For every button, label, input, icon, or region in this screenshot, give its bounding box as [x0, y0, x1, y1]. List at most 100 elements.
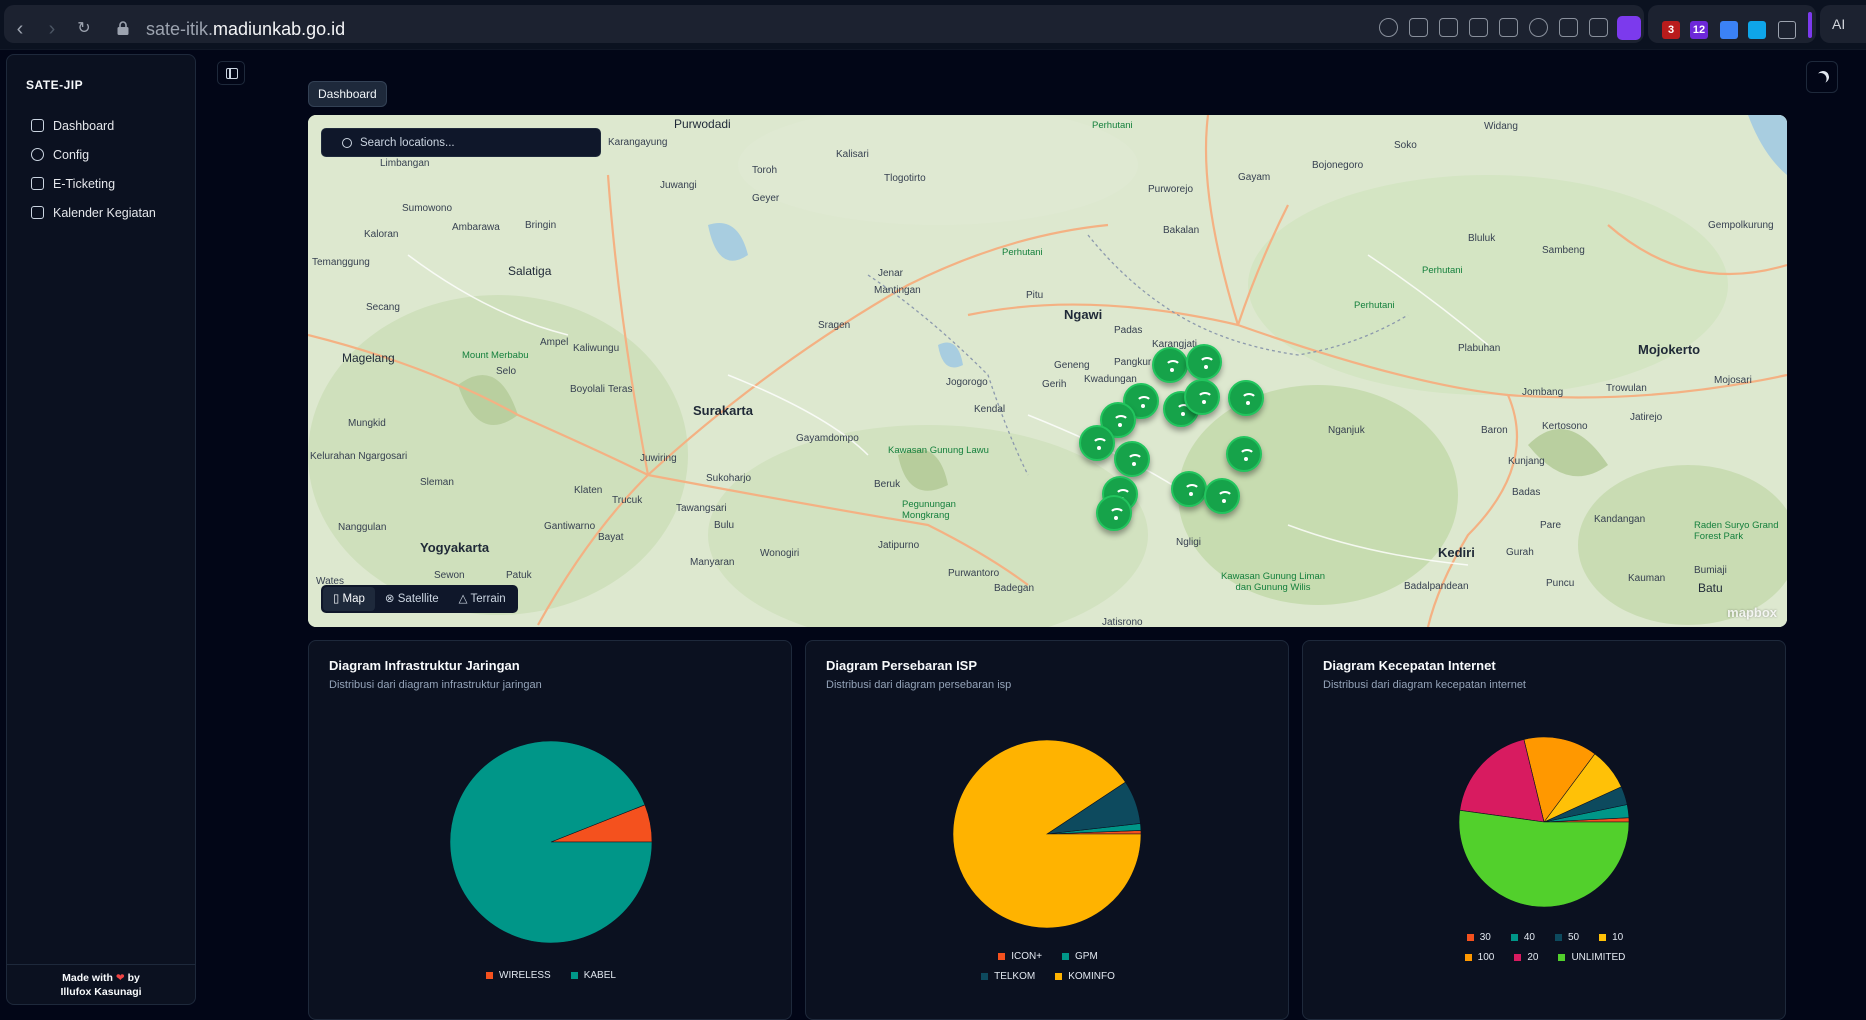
edit-icon[interactable]: [1409, 18, 1428, 37]
sidebar-item-e-ticketing[interactable]: E-Ticketing: [31, 169, 156, 198]
map-label: Gurah: [1506, 547, 1534, 558]
back-icon[interactable]: ‹: [10, 19, 30, 39]
sidebar-toggle-button[interactable]: [217, 61, 245, 85]
wifi-marker[interactable]: [1228, 380, 1264, 416]
legend-item[interactable]: 10: [1599, 932, 1623, 943]
map-label: Kediri: [1438, 545, 1475, 560]
pie-chart-kecepatan[interactable]: [1459, 737, 1629, 907]
legend-item[interactable]: KOMINFO: [1055, 971, 1115, 982]
map-view[interactable]: Purwodadi Karangayung Kalisari Toroh Juw…: [308, 115, 1787, 627]
map-label: Bumiaji: [1694, 565, 1727, 576]
map-search-box[interactable]: [321, 128, 601, 157]
theme-toggle-button[interactable]: [1806, 61, 1838, 93]
pie-slice-unlimited[interactable]: [1459, 809, 1629, 907]
url-text[interactable]: sate-itik.madiunkab.go.id: [146, 19, 345, 40]
legend-item[interactable]: 20: [1514, 952, 1538, 963]
map-label: Soko: [1394, 140, 1417, 151]
map-label: Tawangsari: [676, 503, 727, 514]
map-label: Badas: [1512, 487, 1541, 498]
legend-label: KABEL: [583, 970, 616, 981]
forward-icon[interactable]: ›: [42, 19, 62, 39]
map-label: Kendal: [974, 404, 1006, 415]
map-label: Sukoharjo: [706, 473, 752, 484]
sidebar-item-kalender-kegiatan[interactable]: Kalender Kegiatan: [31, 198, 156, 227]
map-label: Beruk: [874, 479, 901, 490]
map-style-map-button[interactable]: ▯ Map: [323, 587, 375, 611]
breadcrumb[interactable]: Dashboard: [308, 81, 387, 107]
legend-item[interactable]: 30: [1466, 932, 1491, 943]
legend-item[interactable]: GPM: [1062, 951, 1098, 962]
legend-item[interactable]: KABEL: [570, 970, 616, 981]
wifi-marker[interactable]: [1226, 436, 1262, 472]
menu-icon[interactable]: [1589, 18, 1608, 37]
wifi-marker[interactable]: [1152, 347, 1188, 383]
pie-chart-infrastruktur[interactable]: [450, 741, 652, 943]
send-icon[interactable]: [1499, 18, 1518, 37]
legend-item[interactable]: WIRELESS: [486, 970, 551, 981]
map-label: Juwangi: [660, 180, 697, 191]
shield-icon[interactable]: [1469, 18, 1488, 37]
map-label: Batu: [1698, 581, 1723, 595]
gear-icon: [31, 148, 44, 161]
pie-slice-kabel[interactable]: [450, 741, 652, 943]
map-style-label: Satellite: [397, 593, 439, 605]
profile-icon[interactable]: [1617, 16, 1641, 40]
map-label: Gempolkurung: [1708, 220, 1774, 231]
footer-author: Illufox Kasunagi: [60, 986, 142, 998]
extension-badge-12[interactable]: 12: [1690, 21, 1708, 39]
chart-subtitle: Distribusi dari diagram infrastruktur ja…: [329, 679, 542, 691]
zoom-icon[interactable]: [1379, 18, 1398, 37]
map-label: Teras: [608, 384, 633, 395]
ai-label: AI: [1832, 16, 1846, 32]
sidebar-item-label: Kalender Kegiatan: [53, 205, 156, 220]
mapbox-logo[interactable]: mapbox: [1727, 605, 1777, 620]
map-label: Bayat: [598, 532, 624, 543]
legend-item[interactable]: UNLIMITED: [1558, 952, 1625, 963]
extension-badge-3[interactable]: 3: [1662, 21, 1680, 39]
sidebar-item-label: Dashboard: [53, 118, 115, 133]
wifi-marker[interactable]: [1186, 344, 1222, 380]
reload-icon[interactable]: ↻: [74, 19, 94, 39]
sidebar-item-dashboard[interactable]: Dashboard: [31, 111, 156, 140]
ticket-icon: [31, 177, 44, 190]
legend-item[interactable]: ICON+: [998, 951, 1042, 962]
chart-title: Diagram Kecepatan Internet: [1323, 658, 1496, 673]
chart-legend: ICON+ GPM TELKOM KOMINFO: [806, 951, 1290, 991]
cube-extension-icon[interactable]: [1778, 21, 1796, 39]
map-label: Manyaran: [690, 557, 735, 568]
pie-chart-isp[interactable]: [953, 740, 1141, 928]
legend-swatch: [570, 972, 578, 979]
translate-extension-icon[interactable]: [1748, 21, 1766, 39]
wifi-marker[interactable]: [1204, 478, 1240, 514]
map-label: Selo: [496, 366, 517, 377]
wifi-marker[interactable]: [1171, 471, 1207, 507]
map-style-terrain-button[interactable]: △ Terrain: [449, 587, 516, 611]
wifi-marker[interactable]: [1184, 379, 1220, 415]
pie-slice-kominfo[interactable]: [953, 740, 1141, 928]
sidebar-item-config[interactable]: Config: [31, 140, 156, 169]
map-style-satellite-button[interactable]: ⊗ Satellite: [375, 587, 449, 611]
wifi-marker[interactable]: [1096, 495, 1132, 531]
bookmark-extension-icon[interactable]: [1720, 21, 1738, 39]
legend-item[interactable]: 50: [1555, 932, 1579, 943]
download-icon[interactable]: [1559, 18, 1578, 37]
search-input[interactable]: [360, 134, 590, 152]
heart-icon[interactable]: [1529, 18, 1548, 37]
wifi-marker[interactable]: [1114, 441, 1150, 477]
chart-card-infrastruktur: Diagram Infrastruktur Jaringan Distribus…: [308, 640, 792, 1020]
ai-button[interactable]: AI: [1820, 5, 1866, 43]
legend-item[interactable]: TELKOM: [981, 971, 1035, 982]
address-bar[interactable]: ‹ › ↻ sate-itik.madiunkab.go.id: [4, 5, 1644, 43]
map-label: Kaloran: [364, 229, 399, 240]
wifi-marker[interactable]: [1079, 425, 1115, 461]
chart-subtitle: Distribusi dari diagram persebaran isp: [826, 679, 1012, 691]
camera-icon[interactable]: [1439, 18, 1458, 37]
map-label: Juwiring: [640, 453, 677, 464]
map-label: Kandangan: [1594, 514, 1646, 525]
map-label: Baron: [1481, 425, 1508, 436]
legend-swatch: [1558, 954, 1566, 961]
legend-item[interactable]: 40: [1510, 932, 1535, 943]
map-label: Jatirejo: [1630, 412, 1663, 423]
legend-item[interactable]: 100: [1464, 952, 1494, 963]
map-label-park: Kawasan Gunung Lawu: [888, 445, 989, 456]
